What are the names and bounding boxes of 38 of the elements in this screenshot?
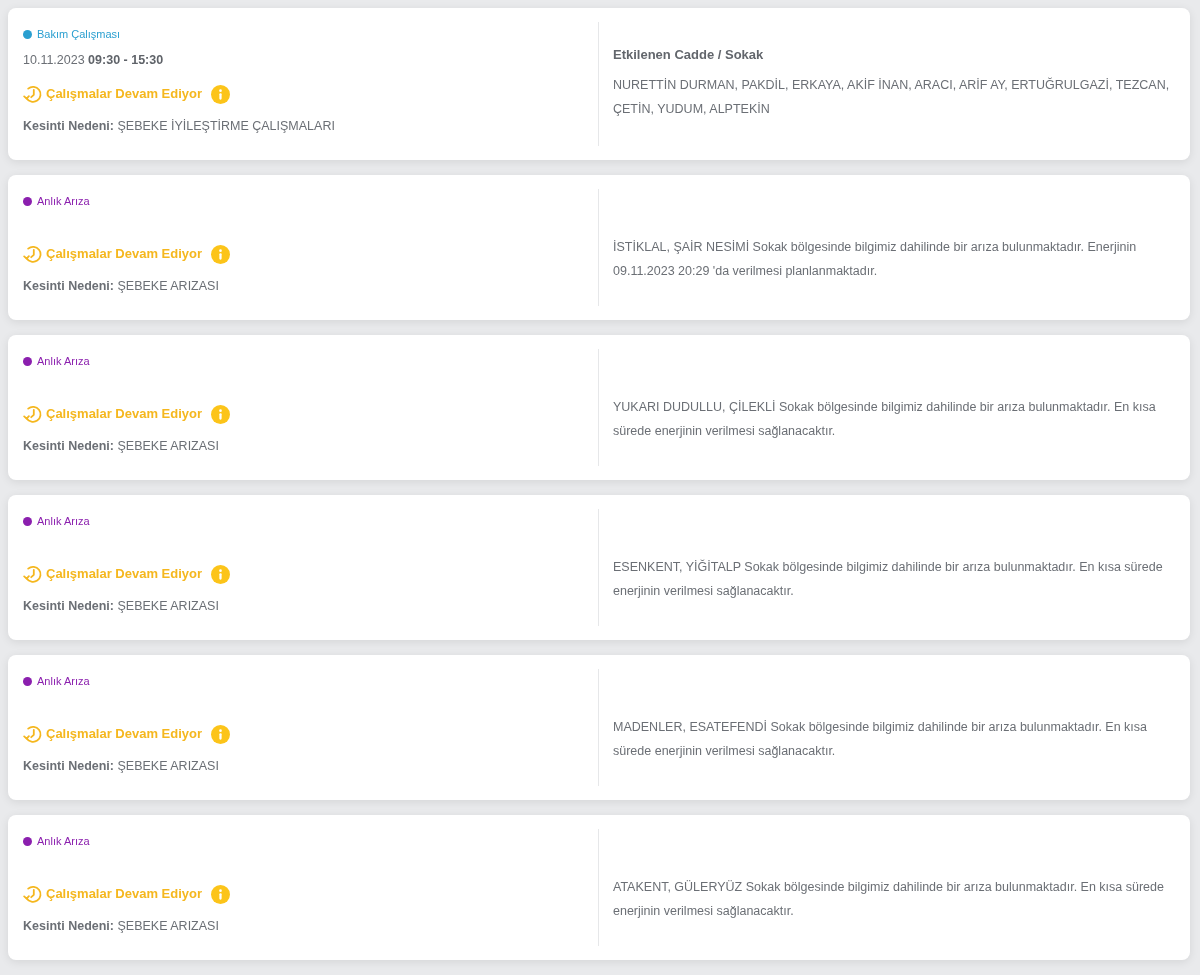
affected-area-text: YUKARI DUDULLU, ÇİLEKLİ Sokak bölgesinde bilgimiz dahilinde bir arıza bulunmaktadır. En kısa sürede enerjinin verilmesi sağlanacaktır.: [613, 398, 1157, 440]
affected-streets-heading: Etkilenen Cadde / Sokak: [613, 47, 765, 63]
reason-text: Kesinti Nedeni: ŞEBEKE İYİLEŞTİRME ÇALIŞMALARI: [23, 118, 335, 134]
category-label: Anlık Arıza: [37, 354, 90, 369]
info-icon[interactable]: [211, 244, 231, 264]
category-label: Bakım Çalışması: [37, 27, 121, 42]
status-text: Çalışmalar Devam Ediyor: [46, 885, 203, 903]
info-icon[interactable]: [211, 564, 231, 584]
reason-text: Kesinti Nedeni: ŞEBEKE ARIZASI: [23, 438, 219, 454]
info-icon[interactable]: [211, 84, 231, 104]
affected-area-text: MADENLER, ESATEFENDİ Sokak bölgesinde bilgimiz dahilinde bir arıza bulunmaktadır. En kısa sürede enerjinin verilmesi sağlanacaktır.: [613, 718, 1149, 760]
clock-icon: [23, 724, 43, 744]
reason-text: Kesinti Nedeni: ŞEBEKE ARIZASI: [23, 278, 219, 294]
info-icon[interactable]: [211, 724, 231, 744]
clock-icon: [23, 564, 43, 584]
category-label: Anlık Arıza: [37, 674, 90, 689]
category-label: Anlık Arıza: [37, 834, 90, 849]
info-icon[interactable]: [211, 884, 231, 904]
clock-icon: [23, 244, 43, 264]
clock-icon: [23, 404, 43, 424]
status-text: Çalışmalar Devam Ediyor: [46, 725, 203, 743]
reason-text: Kesinti Nedeni: ŞEBEKE ARIZASI: [23, 598, 219, 614]
reason-text: Kesinti Nedeni: ŞEBEKE ARIZASI: [23, 918, 219, 934]
reason-text: Kesinti Nedeni: ŞEBEKE ARIZASI: [23, 758, 219, 774]
affected-area-text: ESENKENT, YİĞİTALP Sokak bölgesinde bilgimiz dahilinde bir arıza bulunmaktadır. En kısa sürede enerjinin verilmesi sağlanacaktır.: [613, 558, 1164, 600]
date-time-text: 10.11.2023 09:30 - 15:30: [23, 52, 164, 68]
status-text: Çalışmalar Devam Ediyor: [46, 245, 203, 263]
clock-icon: [23, 884, 43, 904]
category-label: Anlık Arıza: [37, 514, 90, 529]
status-text: Çalışmalar Devam Ediyor: [46, 405, 203, 423]
affected-area-text: NURETTİN DURMAN, PAKDİL, ERKAYA, AKİF İNAN, ARACI, ARİF AY, ERTUĞRULGAZİ, TEZCAN, ÇETİN, YUDUM, ALPTEKİN: [613, 76, 1171, 118]
status-text: Çalışmalar Devam Ediyor: [46, 85, 203, 103]
category-label: Anlık Arıza: [37, 194, 90, 209]
affected-area-text: ATAKENT, GÜLERYÜZ Sokak bölgesinde bilgimiz dahilinde bir arıza bulunmaktadır. En kısa sürede enerjinin verilmesi sağlanacaktır.: [613, 878, 1165, 920]
status-text: Çalışmalar Devam Ediyor: [46, 565, 203, 583]
info-icon[interactable]: [211, 404, 231, 424]
clock-icon: [23, 84, 43, 104]
affected-area-text: İSTİKLAL, ŞAİR NESİMİ Sokak bölgesinde bilgimiz dahilinde bir arıza bulunmaktadır. Enerjinin 09.11.2023 20:29 'da verilmesi planlanmaktadır.: [613, 238, 1138, 280]
